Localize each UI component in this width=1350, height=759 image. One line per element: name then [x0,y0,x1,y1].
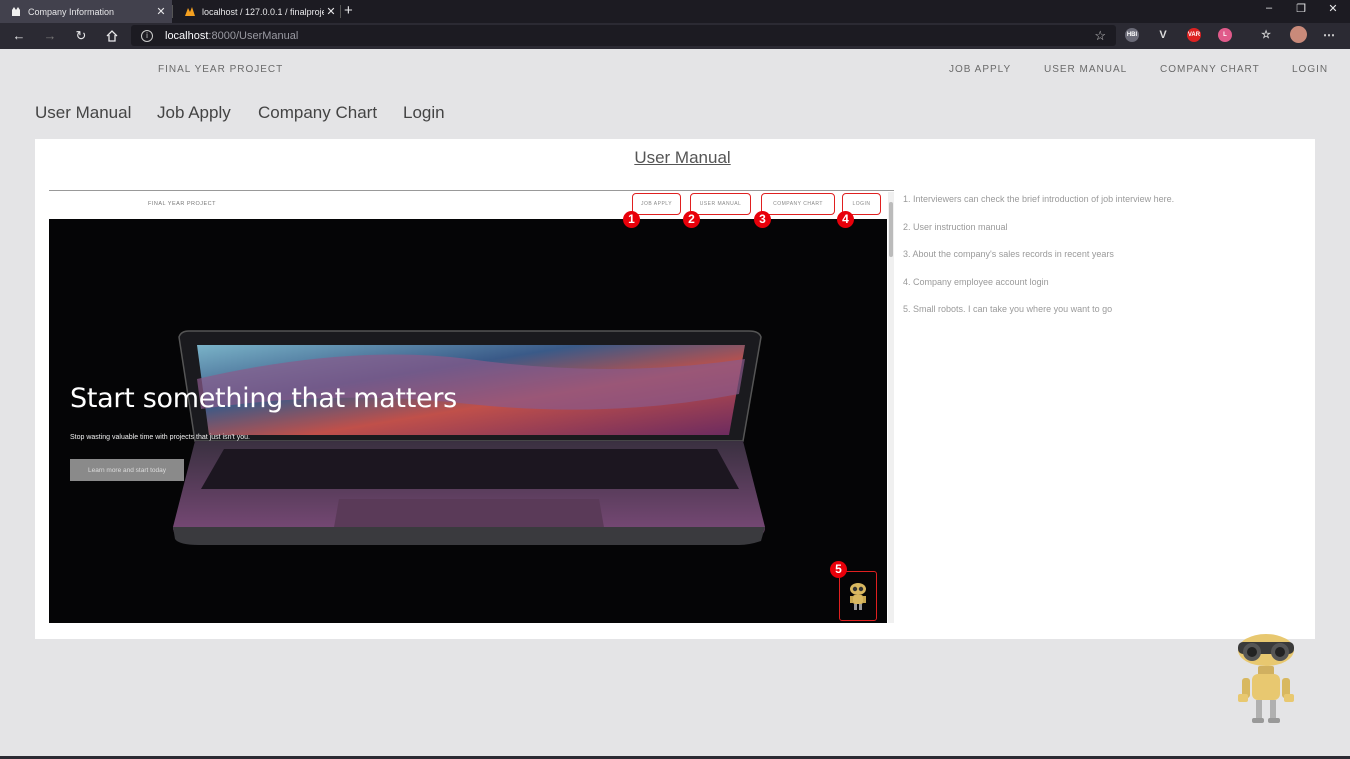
nav-user-manual[interactable]: USER MANUAL [1044,64,1127,75]
screenshot-scrollbar [888,192,894,623]
address-bar[interactable]: i localhost :8000/UserManual ☆ [131,25,1116,46]
manual-screenshot: FINAL YEAR PROJECT JOB APPLY USER MANUAL… [49,190,894,623]
badge-4: 4 [837,211,854,228]
badge-2: 2 [683,211,700,228]
nav-company-chart[interactable]: COMPANY CHART [1160,64,1260,75]
manual-notes: 1. Interviewers can check the brief intr… [903,194,1174,332]
note-item: 2. User instruction manual [903,221,1008,232]
url-host: localhost [165,29,209,42]
tab-title: localhost / 127.0.0.1 / finalproje [202,6,324,17]
robot-assistant-icon [1238,634,1294,723]
more-menu-icon[interactable]: ⋯ [1322,28,1336,42]
screenshot-robot-box [839,571,877,621]
restore-button[interactable]: ❐ [1294,2,1308,15]
tab-divider [340,5,341,18]
nav-login[interactable]: LOGIN [1292,64,1328,75]
browser-tab-bar: Company Information ✕ localhost / 127.0.… [0,0,1350,23]
new-tab-button[interactable]: + [344,2,353,19]
extension-v-icon[interactable]: V [1156,28,1170,42]
reload-icon[interactable]: ↻ [72,27,90,45]
forward-arrow-icon[interactable]: → [41,27,59,45]
tab-phpmyadmin[interactable]: localhost / 127.0.0.1 / finalproje ✕ [174,0,342,23]
screenshot-hero-button: Learn more and start today [70,459,184,481]
note-item: 4. Company employee account login [903,276,1049,287]
screenshot-hero-title: Start something that matters [70,383,457,414]
robot-assistant[interactable] [1228,630,1304,726]
screenshot-hero: Start something that matters Stop wastin… [49,219,887,623]
close-window-button[interactable]: ✕ [1326,2,1340,15]
note-item: 1. Interviewers can check the brief intr… [903,194,1175,204]
laptop-illustration [173,330,765,545]
home-icon[interactable] [103,27,121,45]
tab-divider [172,5,173,18]
small-robot-icon [850,583,866,610]
phpmyadmin-favicon-icon [184,6,196,18]
profile-avatar[interactable] [1290,26,1307,43]
note-item: 5. Small robots. I can take you where yo… [903,304,1113,314]
subnav-job-apply[interactable]: Job Apply [157,103,231,123]
screenshot-job-apply: JOB APPLY [632,193,681,215]
screenshot-user-manual: USER MANUAL [690,193,751,215]
badge-5: 5 [830,561,847,578]
page-favicon-icon [10,6,22,18]
subnav-login[interactable]: Login [403,103,445,123]
subnav-company-chart[interactable]: Company Chart [258,103,377,123]
site-brand[interactable]: FINAL YEAR PROJECT [158,64,283,75]
site-info-icon[interactable]: i [141,29,153,42]
screenshot-hero-subtitle: Stop wasting valuable time with projects… [70,434,250,441]
tab-title: Company Information [28,6,115,17]
extension-l-icon[interactable]: L [1218,28,1232,42]
tab-company-information[interactable]: Company Information ✕ [0,0,172,23]
screenshot-company-chart: COMPANY CHART [761,193,835,215]
favorites-icon[interactable]: ☆ [1259,28,1273,42]
back-arrow-icon[interactable]: ← [10,27,28,45]
screenshot-brand: FINAL YEAR PROJECT [148,201,216,207]
url-path: :8000/UserManual [208,29,299,42]
badge-3: 3 [754,211,771,228]
bookmark-star-icon[interactable]: ☆ [1094,28,1106,44]
subnav-user-manual[interactable]: User Manual [35,103,131,123]
nav-job-apply[interactable]: JOB APPLY [949,64,1011,75]
tab-close-icon[interactable]: ✕ [324,5,338,18]
note-item: 3. About the company's sales records in … [903,249,1114,259]
badge-1: 1 [623,211,640,228]
tab-close-icon[interactable]: ✕ [154,5,168,18]
extension-hbi-icon[interactable]: HBI [1125,28,1139,42]
extension-var-icon[interactable]: VAR [1187,28,1201,42]
page-title: User Manual [634,148,731,167]
minimize-button[interactable]: – [1262,2,1276,14]
